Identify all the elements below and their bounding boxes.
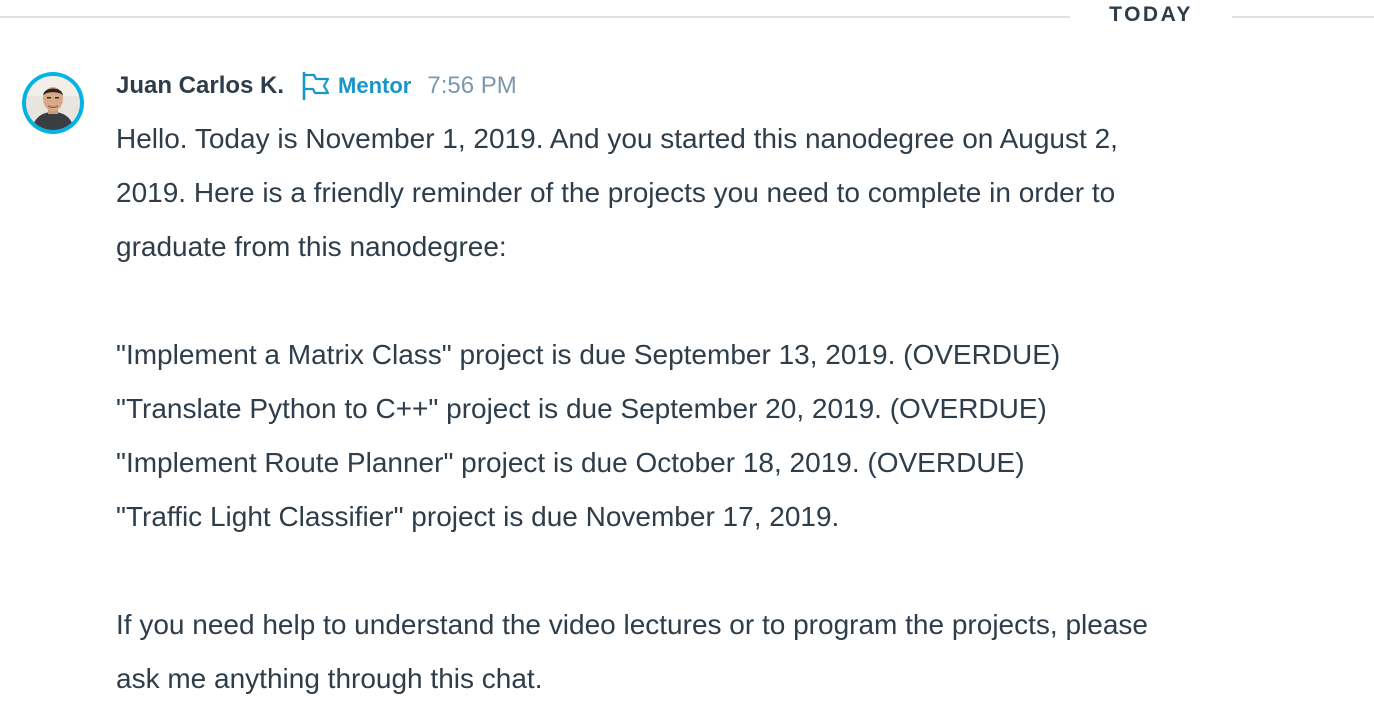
message-body: Hello. Today is November 1, 2019. And yo… bbox=[116, 112, 1366, 706]
message-line: 2019. Here is a friendly reminder of the… bbox=[116, 177, 1116, 208]
project-deadline-item: "Translate Python to C++" project is due… bbox=[116, 393, 1047, 424]
date-divider: TODAY bbox=[0, 0, 1374, 34]
message-header: Juan Carlos K. Mentor 7:56 PM bbox=[116, 68, 517, 104]
message-timestamp: 7:56 PM bbox=[427, 72, 517, 99]
project-deadline-item: "Implement a Matrix Class" project is du… bbox=[116, 339, 1061, 370]
flag-icon bbox=[300, 71, 332, 101]
message-line: ask me anything through this chat. bbox=[116, 663, 543, 694]
divider-line-right bbox=[1232, 16, 1374, 18]
author-name[interactable]: Juan Carlos K. bbox=[116, 72, 284, 100]
message-line: graduate from this nanodegree: bbox=[116, 231, 507, 262]
project-deadline-item: "Implement Route Planner" project is due… bbox=[116, 447, 1025, 478]
project-deadline-item: "Traffic Light Classifier" project is du… bbox=[116, 501, 840, 532]
date-divider-label: TODAY bbox=[1109, 3, 1193, 26]
person-avatar-icon bbox=[26, 76, 80, 130]
divider-line-left bbox=[0, 16, 1070, 18]
role-badge: Mentor bbox=[338, 73, 412, 98]
message-line: Hello. Today is November 1, 2019. And yo… bbox=[116, 123, 1118, 154]
message-line: If you need help to understand the video… bbox=[116, 609, 1148, 640]
avatar[interactable] bbox=[22, 72, 84, 134]
